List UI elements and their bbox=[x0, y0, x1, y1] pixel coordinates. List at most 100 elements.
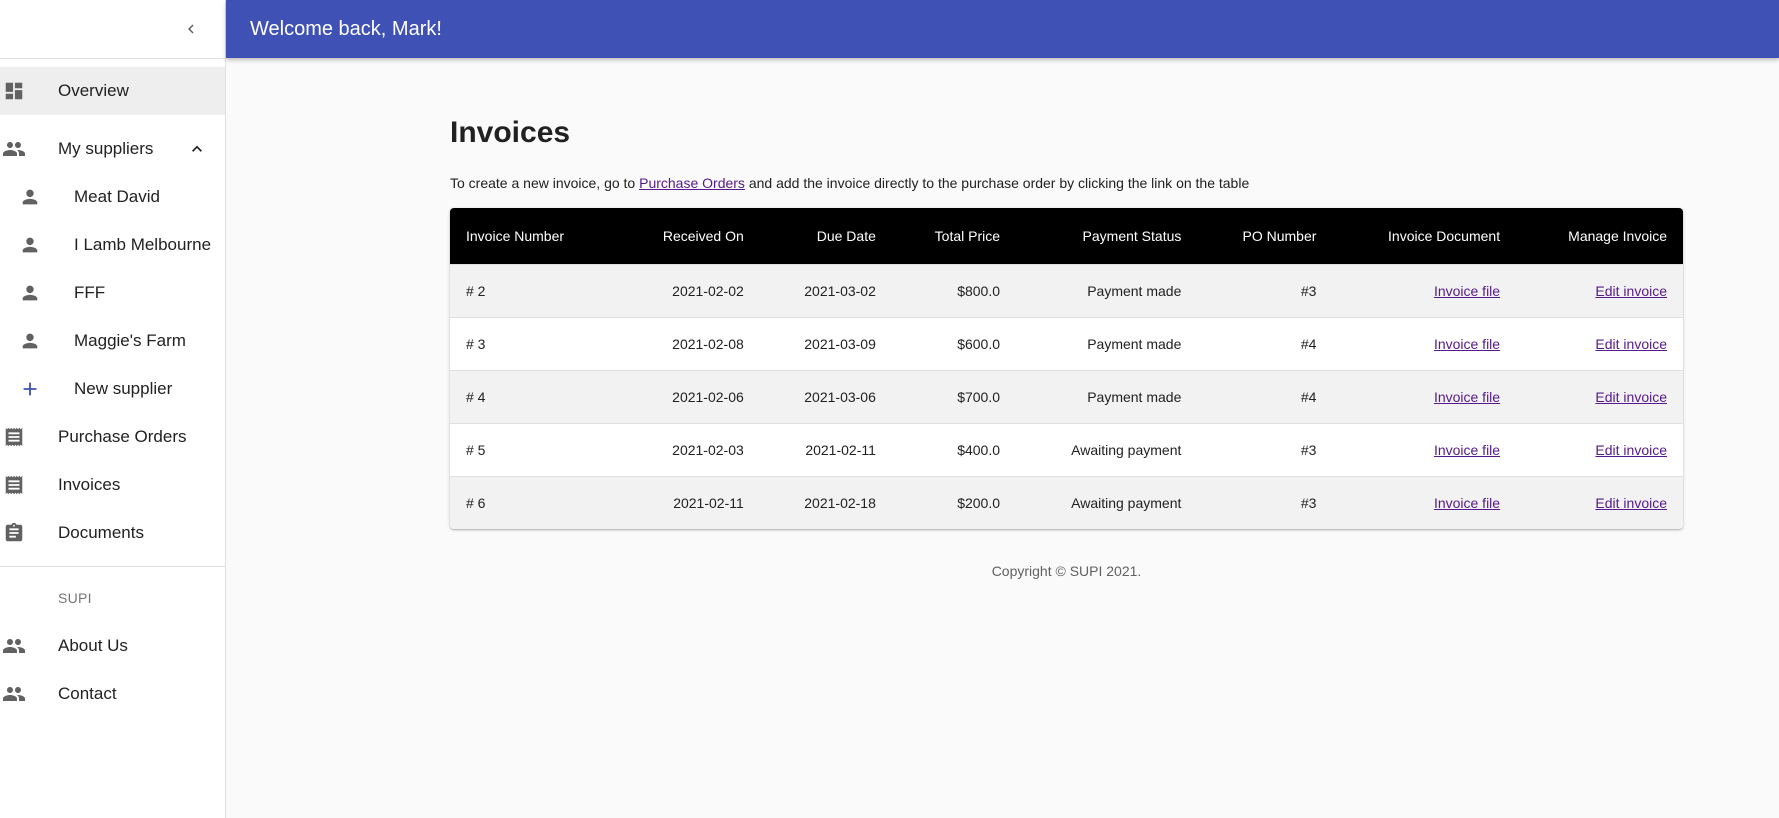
sidebar-item-label: FFF bbox=[74, 283, 106, 302]
po-number-cell: #4 bbox=[1300, 335, 1317, 352]
column-header: Invoice Document bbox=[1388, 227, 1501, 244]
invoice-number-cell: # 5 bbox=[466, 441, 486, 458]
sidebar-item-documents[interactable]: Documents bbox=[0, 509, 225, 557]
invoice-file-link[interactable]: Invoice file bbox=[1434, 495, 1500, 511]
intro-text-after: and add the invoice directly to the purc… bbox=[744, 175, 1250, 191]
sidebar-item-invoices[interactable]: Invoices bbox=[0, 461, 225, 509]
manage-invoice-cell: Edit invoice bbox=[1516, 370, 1683, 423]
po-number-cell: #3 bbox=[1300, 282, 1317, 299]
person-icon bbox=[18, 185, 42, 209]
chevron-up-icon[interactable] bbox=[187, 139, 207, 159]
invoice-number-cell: # 3 bbox=[466, 335, 486, 352]
invoice-document-cell: Invoice file bbox=[1332, 317, 1516, 370]
assignment-icon bbox=[2, 521, 26, 545]
sidebar-divider bbox=[0, 566, 225, 567]
chevron-left-icon bbox=[188, 24, 194, 34]
edit-invoice-link[interactable]: Edit invoice bbox=[1595, 442, 1667, 458]
due-date-cell: 2021-02-18 bbox=[804, 494, 876, 511]
table-row: # 6 2021-02-11 2021-02-18 $200.0 Awaitin… bbox=[450, 476, 1683, 529]
sidebar-item-new-supplier[interactable]: New supplier bbox=[0, 365, 225, 413]
sidebar-item-about-us[interactable]: About Us bbox=[0, 622, 225, 670]
sidebar-item-fff[interactable]: FFF bbox=[0, 269, 225, 317]
po-number-cell: #4 bbox=[1300, 388, 1317, 405]
invoice-document-cell: Invoice file bbox=[1332, 423, 1516, 476]
sidebar-item-label: Meat David bbox=[74, 187, 160, 206]
invoice-number-cell: # 4 bbox=[466, 388, 486, 405]
payment-status-cell: Payment made bbox=[1087, 388, 1182, 405]
sidebar: Overview My suppliers Meat David I Lamb … bbox=[0, 0, 226, 818]
received-on-cell: 2021-02-11 bbox=[673, 494, 744, 511]
column-header: Invoice Number bbox=[466, 227, 565, 244]
receipt-icon bbox=[2, 425, 26, 449]
sidebar-item-purchase-orders[interactable]: Purchase Orders bbox=[0, 413, 225, 461]
column-header: Received On bbox=[662, 227, 744, 244]
due-date-cell: 2021-02-11 bbox=[805, 441, 876, 458]
invoice-file-link[interactable]: Invoice file bbox=[1434, 336, 1500, 352]
person-icon bbox=[18, 233, 42, 257]
invoice-file-link[interactable]: Invoice file bbox=[1434, 283, 1500, 299]
manage-invoice-cell: Edit invoice bbox=[1516, 317, 1683, 370]
payment-status-cell: Payment made bbox=[1087, 335, 1182, 352]
column-header: Total Price bbox=[934, 227, 1001, 244]
column-header: Payment Status bbox=[1082, 227, 1182, 244]
sidebar-item-maggies-farm[interactable]: Maggie's Farm bbox=[0, 317, 225, 365]
collapse-sidebar-button[interactable] bbox=[175, 13, 207, 45]
sidebar-item-i-lamb-melbourne[interactable]: I Lamb Melbourne bbox=[0, 221, 225, 269]
invoice-number-cell: # 2 bbox=[466, 282, 486, 299]
total-price-cell: $200.0 bbox=[957, 494, 1001, 511]
received-on-cell: 2021-02-03 bbox=[672, 441, 744, 458]
received-on-cell: 2021-02-08 bbox=[672, 335, 744, 352]
sidebar-item-meat-david[interactable]: Meat David bbox=[0, 173, 225, 221]
invoice-document-cell: Invoice file bbox=[1332, 264, 1516, 317]
sidebar-header bbox=[0, 0, 225, 59]
sidebar-item-label: Documents bbox=[58, 523, 144, 542]
welcome-title: Welcome back, Mark! bbox=[250, 17, 442, 40]
intro-text: To create a new invoice, go to Purchase … bbox=[450, 175, 1683, 195]
received-on-cell: 2021-02-02 bbox=[672, 282, 744, 299]
manage-invoice-cell: Edit invoice bbox=[1516, 423, 1683, 476]
person-icon bbox=[18, 281, 42, 305]
table-row: # 3 2021-02-08 2021-03-09 $600.0 Payment… bbox=[450, 317, 1683, 370]
invoice-file-link[interactable]: Invoice file bbox=[1434, 389, 1500, 405]
add-icon bbox=[18, 377, 42, 401]
purchase-orders-link[interactable]: Purchase Orders bbox=[639, 175, 745, 191]
app-bar: Welcome back, Mark! bbox=[226, 0, 1779, 58]
edit-invoice-link[interactable]: Edit invoice bbox=[1595, 389, 1667, 405]
due-date-cell: 2021-03-09 bbox=[804, 335, 876, 352]
intro-text-before: To create a new invoice, go to bbox=[450, 175, 640, 191]
sidebar-item-contact[interactable]: Contact bbox=[0, 670, 225, 718]
total-price-cell: $700.0 bbox=[957, 388, 1001, 405]
main-content: Invoices To create a new invoice, go to … bbox=[450, 100, 1683, 579]
sidebar-item-label: Contact bbox=[58, 684, 117, 703]
people-icon bbox=[2, 682, 26, 706]
edit-invoice-link[interactable]: Edit invoice bbox=[1595, 336, 1667, 352]
po-number-cell: #3 bbox=[1300, 441, 1317, 458]
column-header: Due Date bbox=[816, 227, 876, 244]
edit-invoice-link[interactable]: Edit invoice bbox=[1595, 495, 1667, 511]
table-row: # 5 2021-02-03 2021-02-11 $400.0 Awaitin… bbox=[450, 423, 1683, 476]
sidebar-item-label: I Lamb Melbourne bbox=[74, 235, 212, 254]
invoice-document-cell: Invoice file bbox=[1332, 370, 1516, 423]
page-title: Invoices bbox=[450, 116, 571, 149]
invoice-file-link[interactable]: Invoice file bbox=[1434, 442, 1500, 458]
copyright-footer: Copyright © SUPI 2021. bbox=[991, 563, 1142, 579]
people-icon bbox=[2, 137, 26, 161]
sidebar-item-label: Purchase Orders bbox=[58, 427, 187, 446]
sidebar-item-my-suppliers[interactable]: My suppliers bbox=[0, 125, 225, 173]
due-date-cell: 2021-03-06 bbox=[804, 388, 876, 405]
sidebar-item-overview[interactable]: Overview bbox=[0, 67, 225, 115]
manage-invoice-cell: Edit invoice bbox=[1516, 264, 1683, 317]
table-header-row: Invoice Number Received On Due Date Tota… bbox=[450, 208, 1683, 264]
payment-status-cell: Payment made bbox=[1087, 282, 1182, 299]
sidebar-item-label: Maggie's Farm bbox=[74, 331, 186, 350]
total-price-cell: $800.0 bbox=[957, 282, 1001, 299]
edit-invoice-link[interactable]: Edit invoice bbox=[1595, 283, 1667, 299]
invoice-document-cell: Invoice file bbox=[1332, 476, 1516, 529]
person-icon bbox=[18, 329, 42, 353]
invoices-table-container: Invoice Number Received On Due Date Tota… bbox=[450, 208, 1683, 529]
column-header: Manage Invoice bbox=[1568, 227, 1667, 244]
due-date-cell: 2021-03-02 bbox=[804, 282, 876, 299]
received-on-cell: 2021-02-06 bbox=[672, 388, 744, 405]
table-row: # 2 2021-02-02 2021-03-02 $800.0 Payment… bbox=[450, 264, 1683, 317]
column-header: PO Number bbox=[1242, 227, 1317, 244]
